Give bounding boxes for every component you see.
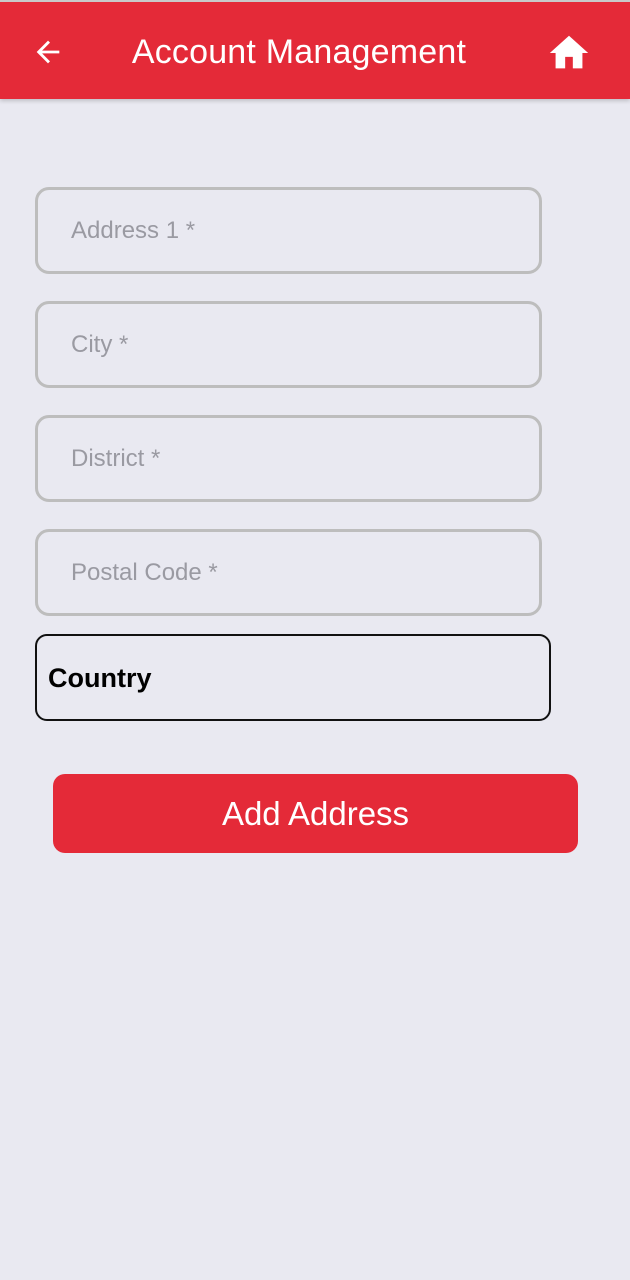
address1-field[interactable] — [35, 187, 542, 274]
city-input[interactable] — [38, 304, 539, 385]
district-field[interactable] — [35, 415, 542, 502]
home-button[interactable] — [546, 30, 592, 76]
app-bar: Account Management — [0, 0, 630, 99]
add-address-button[interactable]: Add Address — [53, 774, 578, 853]
postal-code-input[interactable] — [38, 532, 539, 613]
country-label: Country — [48, 663, 152, 693]
postal-code-field[interactable] — [35, 529, 542, 616]
district-input[interactable] — [38, 418, 539, 499]
home-icon — [549, 35, 589, 69]
page-title: Account Management — [131, 33, 467, 71]
city-field[interactable] — [35, 301, 542, 388]
add-address-label: Add Address — [221, 794, 410, 832]
country-select[interactable]: Country — [35, 634, 551, 721]
address1-input[interactable] — [38, 190, 539, 271]
